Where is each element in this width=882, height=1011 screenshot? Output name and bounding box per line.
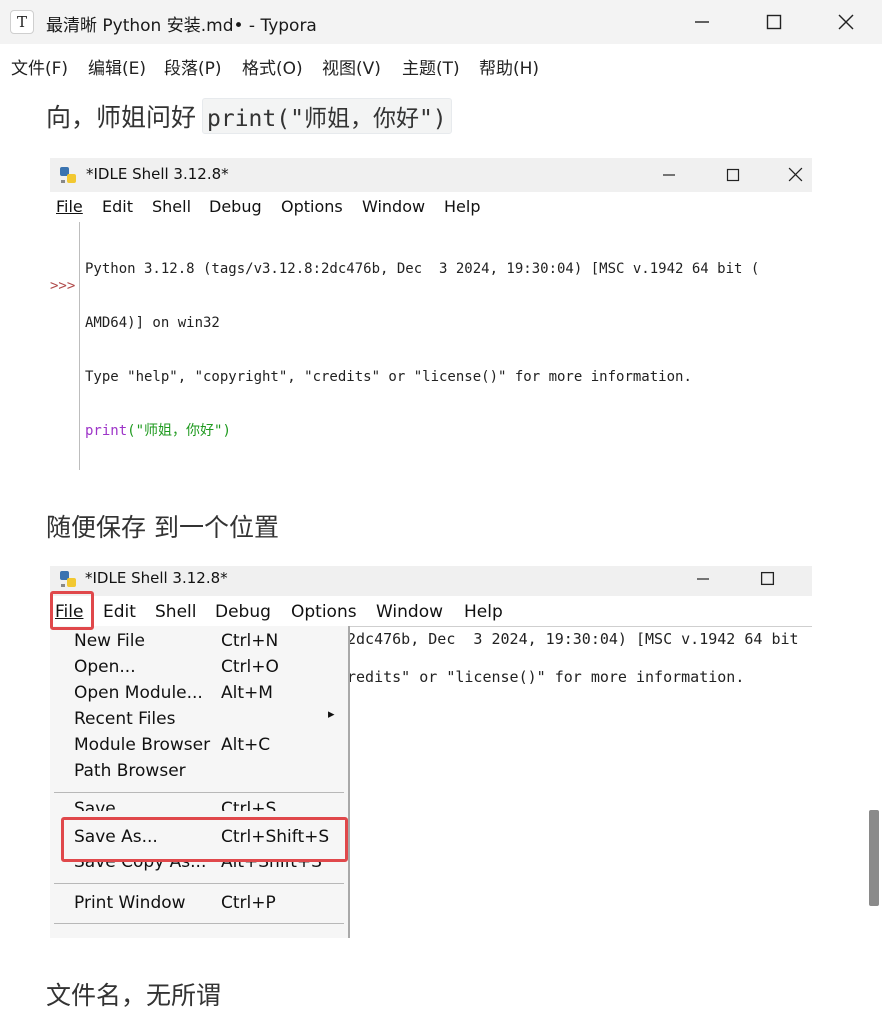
idle-shell-screenshot-2: *IDLE Shell 3.12.8* File Edit Shell Debu… <box>50 566 812 938</box>
menu-help[interactable]: 帮助(H) <box>479 54 539 79</box>
window-title: 最清晰 Python 安装.md• - Typora <box>46 16 317 36</box>
submenu-arrow-icon: ▸ <box>328 707 335 722</box>
minimize-icon <box>695 21 709 23</box>
menu-bar: 文件(F) 编辑(E) 段落(P) 格式(O) 视图(V) 主题(T) 帮助(H… <box>0 44 882 88</box>
maximize-icon <box>766 14 782 30</box>
idle-menu-debug[interactable]: Debug <box>209 197 262 216</box>
string-literal: ("师姐，你好") <box>127 423 231 439</box>
idle-menu-window[interactable]: Window <box>362 197 425 216</box>
shell-line: Python 3.12.8 (tags/v3.12.8:2dc476b, Dec… <box>85 261 760 277</box>
menu-file[interactable]: 文件(F) <box>11 54 68 79</box>
shortcut-label: Alt+C <box>221 735 271 755</box>
idle-shell-screenshot-1: *IDLE Shell 3.12.8* File Edit Shell Debu… <box>50 158 812 470</box>
menu-format[interactable]: 格式(O) <box>242 54 303 79</box>
close-button[interactable] <box>810 0 882 44</box>
menu-item-recent-files[interactable]: Recent Files <box>74 709 175 729</box>
heading-greet[interactable]: 向，师姐问好 print("师姐，你好") <box>46 98 452 134</box>
idle-menu-options[interactable]: Options <box>281 197 343 216</box>
heading-greet-text: 向，师姐问好 <box>46 103 197 132</box>
menu-theme[interactable]: 主题(T) <box>402 54 460 79</box>
idle-menu-shell[interactable]: Shell <box>155 602 196 622</box>
idle-menu-help[interactable]: Help <box>464 602 503 622</box>
menu-item-print-window[interactable]: Print Window <box>74 893 186 913</box>
highlight-save-as <box>61 817 348 862</box>
maximize-button[interactable] <box>738 0 810 44</box>
idle-menu-options[interactable]: Options <box>291 602 357 622</box>
inline-code: print("师姐，你好") <box>202 98 452 134</box>
idle-menu-shell[interactable]: Shell <box>152 197 191 216</box>
idle-window-title: *IDLE Shell 3.12.8* <box>86 165 229 183</box>
menu-item-save-copy-clip: Save Copy As... Alt+Shift+S <box>50 860 348 876</box>
idle-maximize-icon <box>760 571 775 586</box>
shortcut-label: Ctrl+P <box>221 893 276 913</box>
idle-minimize-icon <box>663 174 675 176</box>
idle-menu-file[interactable]: File <box>56 197 83 216</box>
title-bar: T 最清晰 Python 安装.md• - Typora <box>0 0 882 44</box>
idle-menu-bar: File Edit Shell Debug Options Window Hel… <box>50 596 812 626</box>
python-icon <box>60 571 76 587</box>
heading-save[interactable]: 随便保存 到一个位置 <box>46 508 279 544</box>
shell-gutter-divider <box>79 222 80 470</box>
typora-app-icon: T <box>10 10 34 34</box>
idle-menu-bar: File Edit Shell Debug Options Window Hel… <box>50 194 812 222</box>
shell-line: AMD64)] on win32 <box>85 315 220 331</box>
idle-menu-help[interactable]: Help <box>444 197 480 216</box>
menu-item-save[interactable]: Save <box>74 799 116 811</box>
python-icon <box>60 167 76 183</box>
close-icon <box>838 14 854 30</box>
menu-separator <box>54 792 344 793</box>
idle-menu-window[interactable]: Window <box>376 602 443 622</box>
menu-edit[interactable]: 编辑(E) <box>88 54 146 79</box>
shell-output-line3: redits" or "license()" for more informat… <box>347 668 745 686</box>
idle-window-title: *IDLE Shell 3.12.8* <box>85 569 228 587</box>
file-menu-dropdown: New File Ctrl+N Open... Ctrl+O Open Modu… <box>50 626 350 938</box>
vertical-scrollbar-thumb[interactable] <box>869 810 879 906</box>
idle-title-bar: *IDLE Shell 3.12.8* <box>50 158 812 192</box>
shortcut-label: Ctrl+S <box>221 799 277 811</box>
shell-output-line1: 2dc476b, Dec 3 2024, 19:30:04) [MSC v.19… <box>347 630 799 648</box>
menu-item-module-browser[interactable]: Module Browser <box>74 735 210 755</box>
idle-menu-edit[interactable]: Edit <box>102 197 133 216</box>
shortcut-label: Alt+M <box>221 683 273 703</box>
shortcut-label: Ctrl+O <box>221 657 279 677</box>
shell-output[interactable]: Python 3.12.8 (tags/v3.12.8:2dc476b, Dec… <box>85 224 759 470</box>
menu-view[interactable]: 视图(V) <box>322 54 381 79</box>
idle-close-icon <box>788 167 803 182</box>
idle-menu-debug[interactable]: Debug <box>215 602 271 622</box>
minimize-button[interactable] <box>666 0 738 44</box>
shell-line: Type "help", "copyright", "credits" or "… <box>85 369 692 385</box>
highlight-file-menu <box>50 591 94 630</box>
menu-item-path-browser[interactable]: Path Browser <box>74 761 186 781</box>
idle-minimize-icon <box>697 578 709 580</box>
menu-separator <box>54 923 344 924</box>
idle-title-bar: *IDLE Shell 3.12.8* <box>50 566 812 596</box>
shell-prompt: >>> <box>50 278 76 294</box>
idle-menu-edit[interactable]: Edit <box>103 602 136 622</box>
menu-item-open-module[interactable]: Open Module... <box>74 683 203 703</box>
idle-maximize-icon <box>726 168 740 182</box>
print-keyword: print <box>85 423 128 439</box>
shell-input-line: print("师姐，你好") <box>85 422 759 440</box>
menu-separator <box>54 883 344 884</box>
menu-item-open[interactable]: Open... <box>74 657 136 677</box>
menu-paragraph[interactable]: 段落(P) <box>164 54 222 79</box>
shortcut-label: Ctrl+N <box>221 631 279 651</box>
menu-item-save-clip: Save Ctrl+S <box>50 796 348 811</box>
heading-filename[interactable]: 文件名，无所谓 <box>46 976 221 1011</box>
menu-item-new-file[interactable]: New File <box>74 631 145 651</box>
